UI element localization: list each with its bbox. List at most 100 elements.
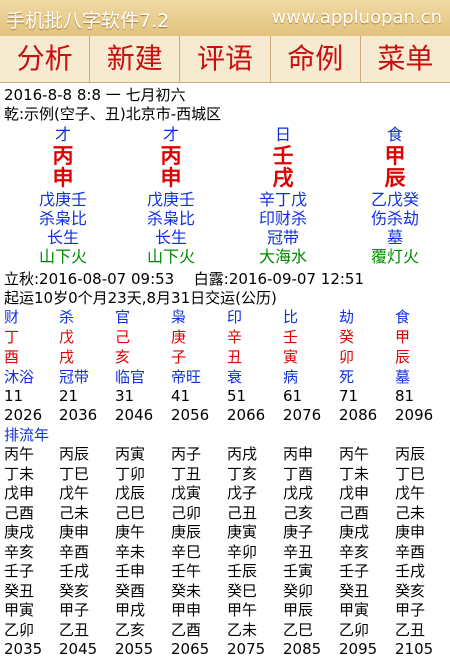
liunian-cell[interactable]: 乙酉 [171,621,227,640]
liunian-cell[interactable]: 丁巳 [395,465,450,484]
pillar-branch[interactable]: 申 [18,166,108,190]
pillar-stem[interactable]: 丙 [18,144,108,168]
liunian-cell[interactable]: 庚寅 [227,523,283,542]
dayun-branch[interactable]: 寅 [283,348,339,367]
liunian-cell[interactable]: 庚申 [395,523,450,542]
liunian-cell[interactable]: 己未 [59,504,115,523]
dayun-stem[interactable]: 辛 [227,328,283,347]
liunian-cell[interactable]: 丙午 [339,445,395,464]
liunian-cell[interactable]: 甲申 [171,601,227,620]
liunian-cell[interactable]: 戊午 [59,484,115,503]
liunian-cell[interactable]: 壬申 [115,562,171,581]
liunian-cell[interactable]: 壬辰 [227,562,283,581]
liunian-cell[interactable]: 丁未 [4,465,60,484]
liunian-cell[interactable]: 甲子 [59,601,115,620]
dayun-stem[interactable]: 癸 [339,328,395,347]
liunian-cell[interactable]: 乙丑 [395,621,450,640]
pillar-stem[interactable]: 甲 [350,144,440,168]
dayun-stem[interactable]: 壬 [283,328,339,347]
liunian-cell[interactable]: 丙午 [4,445,60,464]
liunian-cell[interactable]: 戊戌 [283,484,339,503]
liunian-cell[interactable]: 庚申 [59,523,115,542]
liunian-cell[interactable]: 戊申 [339,484,395,503]
menu-button[interactable]: 菜单 [361,36,450,82]
liunian-cell[interactable]: 壬寅 [283,562,339,581]
comments-button[interactable]: 评语 [180,36,271,82]
liunian-cell[interactable]: 乙巳 [283,621,339,640]
liunian-cell[interactable]: 甲寅 [339,601,395,620]
liunian-cell[interactable]: 戊午 [395,484,450,503]
liunian-cell[interactable]: 辛巳 [171,543,227,562]
liunian-cell[interactable]: 丙戌 [227,445,283,464]
liunian-cell[interactable]: 己酉 [339,504,395,523]
liunian-cell[interactable]: 丙辰 [395,445,450,464]
liunian-cell[interactable]: 丁巳 [59,465,115,484]
liunian-cell[interactable]: 癸未 [171,582,227,601]
liunian-cell[interactable]: 癸亥 [59,582,115,601]
liunian-cell[interactable]: 癸卯 [283,582,339,601]
liunian-cell[interactable]: 戊寅 [171,484,227,503]
liunian-cell[interactable]: 辛酉 [395,543,450,562]
liunian-cell[interactable]: 乙亥 [115,621,171,640]
liunian-cell[interactable]: 壬子 [4,562,60,581]
dayun-branch[interactable]: 丑 [227,348,283,367]
liunian-cell[interactable]: 丙申 [283,445,339,464]
liunian-cell[interactable]: 丙寅 [115,445,171,464]
dayun-stem[interactable]: 己 [115,328,171,347]
liunian-cell[interactable]: 辛丑 [283,543,339,562]
analyze-button[interactable]: 分析 [0,36,91,82]
liunian-cell[interactable]: 己亥 [283,504,339,523]
liunian-cell[interactable]: 癸巳 [227,582,283,601]
liunian-cell[interactable]: 乙丑 [59,621,115,640]
liunian-cell[interactable]: 庚辰 [171,523,227,542]
liunian-cell[interactable]: 戊子 [227,484,283,503]
liunian-cell[interactable]: 戊辰 [115,484,171,503]
liunian-cell[interactable]: 丁亥 [227,465,283,484]
liunian-cell[interactable]: 辛卯 [227,543,283,562]
pillar-stem[interactable]: 壬 [238,144,328,168]
liunian-cell[interactable]: 己未 [395,504,450,523]
liunian-cell[interactable]: 丁卯 [115,465,171,484]
dayun-stem[interactable]: 庚 [171,328,227,347]
liunian-cell[interactable]: 壬子 [339,562,395,581]
liunian-cell[interactable]: 甲寅 [4,601,60,620]
liunian-cell[interactable]: 己酉 [4,504,60,523]
liunian-cell[interactable]: 庚午 [115,523,171,542]
liunian-cell[interactable]: 辛亥 [4,543,60,562]
dayun-branch[interactable]: 戌 [59,348,115,367]
dayun-stem[interactable]: 甲 [395,328,450,347]
liunian-cell[interactable]: 甲戌 [115,601,171,620]
new-button[interactable]: 新建 [90,36,181,82]
liunian-cell[interactable]: 丁丑 [171,465,227,484]
pillar-branch[interactable]: 申 [126,166,216,190]
examples-button[interactable]: 命例 [271,36,361,82]
liunian-cell[interactable]: 甲子 [395,601,450,620]
dayun-branch[interactable]: 亥 [115,348,171,367]
liunian-cell[interactable]: 辛未 [115,543,171,562]
liunian-cell[interactable]: 乙卯 [4,621,60,640]
liunian-cell[interactable]: 壬戌 [59,562,115,581]
dayun-stem[interactable]: 丁 [4,328,60,347]
liunian-cell[interactable]: 丙辰 [59,445,115,464]
dayun-stem[interactable]: 戊 [59,328,115,347]
liunian-cell[interactable]: 乙卯 [339,621,395,640]
liunian-cell[interactable]: 甲辰 [283,601,339,620]
liunian-cell[interactable]: 癸酉 [115,582,171,601]
liunian-cell[interactable]: 甲午 [227,601,283,620]
dayun-branch[interactable]: 子 [171,348,227,367]
liunian-cell[interactable]: 乙未 [227,621,283,640]
pillar-branch[interactable]: 戌 [238,166,328,190]
liunian-cell[interactable]: 丙子 [171,445,227,464]
pillar-stem[interactable]: 丙 [126,144,216,168]
liunian-cell[interactable]: 壬戌 [395,562,450,581]
liunian-cell[interactable]: 己卯 [171,504,227,523]
liunian-cell[interactable]: 丁未 [339,465,395,484]
liunian-cell[interactable]: 辛酉 [59,543,115,562]
liunian-cell[interactable]: 庚子 [283,523,339,542]
liunian-cell[interactable]: 庚戌 [4,523,60,542]
liunian-cell[interactable]: 癸亥 [395,582,450,601]
liunian-cell[interactable]: 戊申 [4,484,60,503]
liunian-cell[interactable]: 癸丑 [339,582,395,601]
liunian-cell[interactable]: 辛亥 [339,543,395,562]
dayun-branch[interactable]: 酉 [4,348,60,367]
